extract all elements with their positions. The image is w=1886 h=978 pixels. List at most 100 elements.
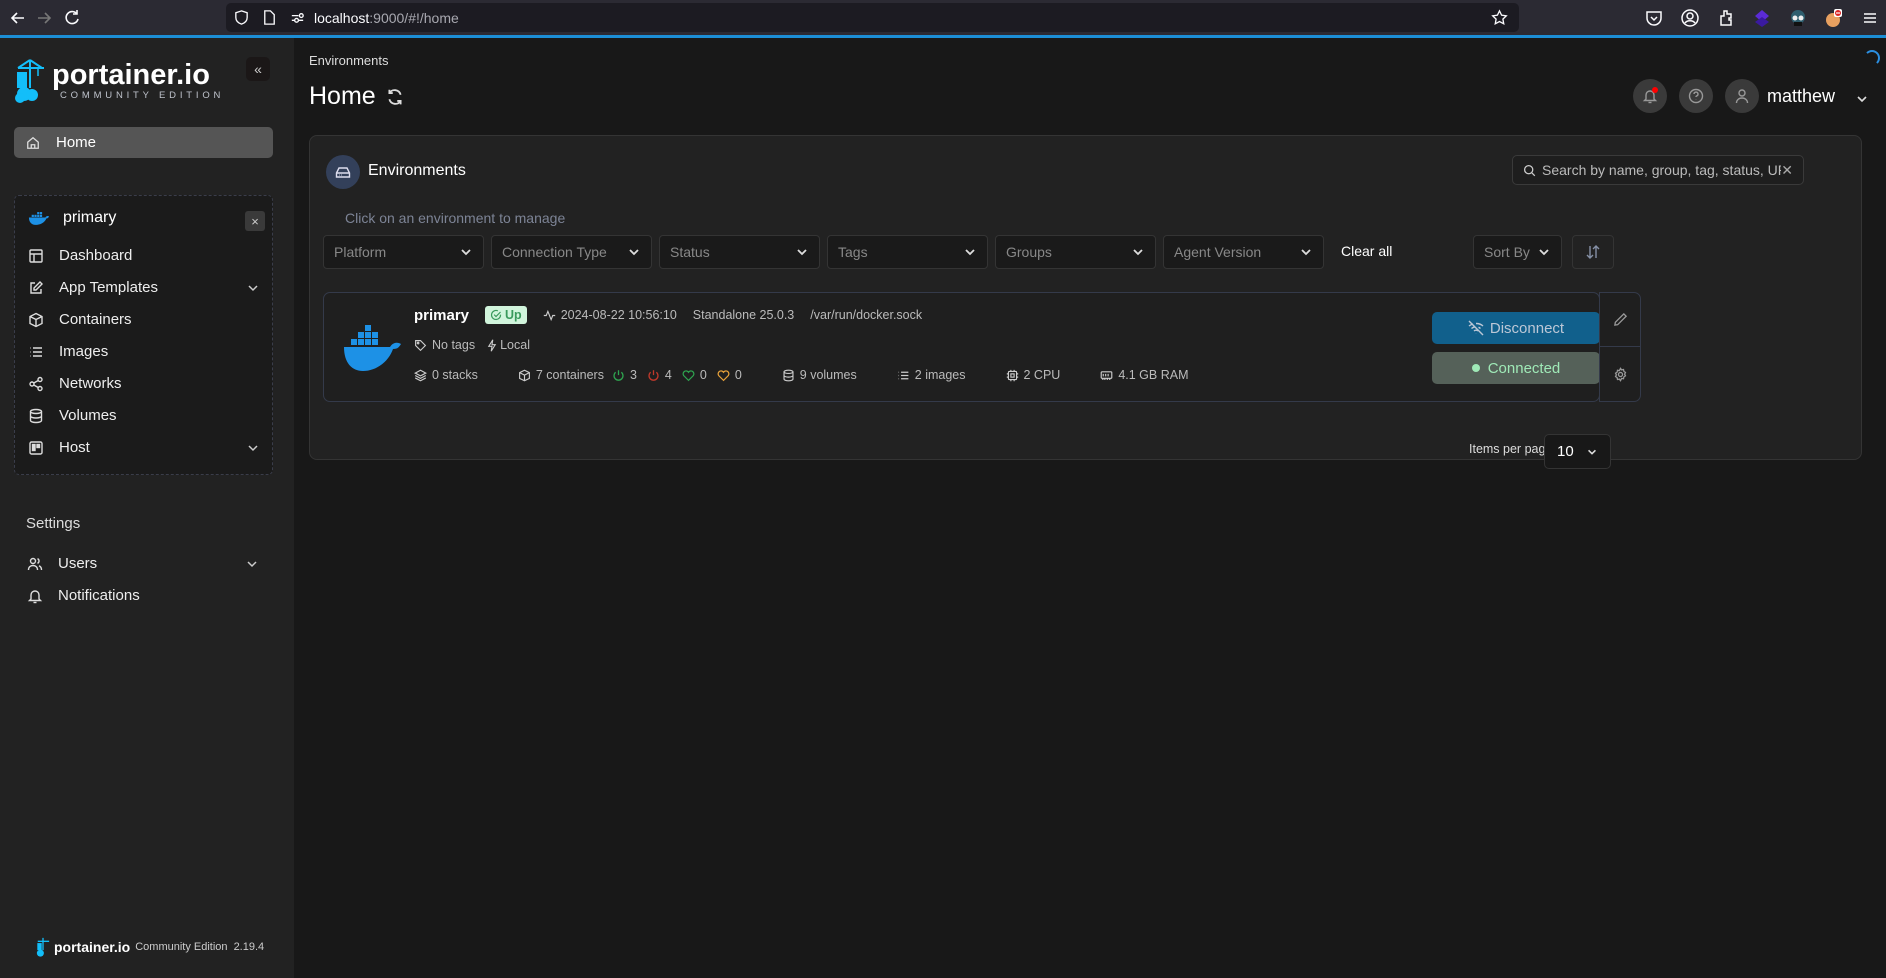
hint-text: Click on an environment to manage	[345, 210, 566, 226]
unhealthy-count: 0	[734, 368, 742, 382]
search-input[interactable]	[1542, 162, 1782, 178]
sidebar-item-label: Volumes	[59, 407, 117, 424]
notification-dot	[1652, 87, 1658, 93]
sidebar-item-home[interactable]: Home	[14, 127, 273, 158]
sidebar-item-app-templates[interactable]: App Templates	[28, 279, 260, 296]
filter-label: Agent Version	[1174, 244, 1262, 260]
user-avatar[interactable]	[1725, 79, 1759, 113]
search-icon	[1523, 164, 1536, 176]
sidebar-item-label: App Templates	[59, 279, 158, 296]
settings-heading: Settings	[26, 515, 81, 532]
sort-by-select[interactable]: Sort By	[1473, 235, 1562, 269]
chevron-down-icon[interactable]	[246, 281, 260, 295]
url-text[interactable]: localhost:9000/#!/home	[314, 10, 459, 26]
filter-agent-version[interactable]: Agent Version	[1163, 235, 1324, 269]
bookmark-star-icon[interactable]	[1491, 9, 1508, 26]
user-icon	[1735, 89, 1749, 104]
extensions-icon[interactable]	[1716, 8, 1736, 28]
list-icon	[30, 346, 42, 357]
extension-goggles-icon[interactable]	[1788, 8, 1808, 28]
back-icon[interactable]	[8, 8, 28, 28]
filter-platform[interactable]: Platform	[323, 235, 484, 269]
environment-info-line: primary Up 2024-08-22 10:56:10 Standalon…	[414, 306, 922, 324]
username[interactable]: matthew	[1767, 86, 1835, 107]
sidebar-item-volumes[interactable]: Volumes	[28, 407, 260, 424]
containers-count: 7 containers	[535, 368, 604, 382]
environment-item[interactable]: primary Up 2024-08-22 10:56:10 Standalon…	[323, 292, 1600, 402]
refresh-icon[interactable]	[386, 88, 404, 106]
sidebar-item-label: Home	[56, 134, 97, 151]
menu-icon[interactable]	[1860, 8, 1880, 28]
items-per-page-select[interactable]: 10	[1544, 434, 1611, 469]
power-running-icon	[613, 369, 624, 381]
reload-icon[interactable]	[62, 8, 82, 28]
sidebar-item-label: Notifications	[58, 587, 140, 604]
heart-unhealthy-icon	[717, 369, 730, 381]
sidebar-item-networks[interactable]: Networks	[28, 375, 260, 392]
environment-url: /var/run/docker.sock	[810, 308, 923, 322]
images-count: 2 images	[914, 368, 966, 382]
cpu-count: 2 CPU	[1023, 368, 1061, 382]
chevron-down-icon[interactable]	[245, 557, 259, 571]
extension-fox-icon[interactable]	[1824, 8, 1844, 28]
cpu-icon	[1006, 369, 1018, 381]
docker-logo-icon	[344, 325, 401, 371]
page-icon[interactable]	[261, 9, 278, 26]
permissions-icon[interactable]	[289, 9, 306, 26]
search-box[interactable]: ✕	[1512, 155, 1804, 185]
forward-icon[interactable]	[34, 8, 54, 28]
collapse-sidebar-button[interactable]: «	[246, 57, 270, 81]
environment-settings-button[interactable]	[1600, 347, 1640, 401]
sidebar-item-notifications[interactable]: Notifications	[27, 587, 259, 604]
connected-status-button[interactable]: Connected	[1432, 352, 1600, 384]
account-icon[interactable]	[1680, 8, 1700, 28]
edit-environment-button[interactable]	[1600, 293, 1640, 347]
filter-tags[interactable]: Tags	[827, 235, 988, 269]
edit-icon	[30, 280, 43, 294]
disconnect-button[interactable]: Disconnect	[1432, 312, 1600, 344]
help-button[interactable]	[1679, 79, 1713, 113]
items-per-page-label: Items per page	[1469, 442, 1553, 456]
filter-status[interactable]: Status	[659, 235, 820, 269]
sidebar-item-images[interactable]: Images	[28, 343, 260, 360]
filter-label: Platform	[334, 244, 387, 260]
shield-icon[interactable]	[233, 9, 250, 26]
filter-label: Tags	[838, 244, 868, 260]
layers-icon	[414, 369, 427, 381]
notifications-button[interactable]	[1633, 79, 1667, 113]
chevron-down-icon	[1133, 249, 1143, 256]
connected-dot-icon	[1471, 364, 1480, 372]
sort-direction-button[interactable]	[1572, 235, 1614, 269]
filter-groups[interactable]: Groups	[995, 235, 1156, 269]
sort-by-label: Sort By	[1484, 244, 1530, 260]
status-badge: Up	[485, 306, 527, 324]
chevron-down-icon	[797, 249, 807, 256]
sidebar-item-label: Users	[58, 555, 98, 572]
close-environment-button[interactable]: ×	[245, 211, 265, 231]
environment-tags-line: No tags Local	[414, 338, 530, 352]
page-title-text: Home	[309, 82, 376, 110]
sidebar-item-label: Host	[59, 439, 90, 456]
environment-type: Standalone 25.0.3	[692, 308, 795, 322]
chevron-down-icon[interactable]	[1855, 92, 1869, 106]
logo-name: portainer.io	[52, 59, 210, 91]
sidebar-item-host[interactable]: Host	[28, 439, 260, 456]
pocket-icon[interactable]	[1644, 8, 1664, 28]
footer-edition: Community Edition	[135, 941, 228, 953]
chevron-down-icon[interactable]	[246, 441, 260, 455]
healthy-count: 0	[699, 368, 707, 382]
sidebar-item-dashboard[interactable]: Dashboard	[28, 247, 260, 264]
bell-icon	[27, 589, 43, 603]
extension-purple-icon[interactable]	[1752, 8, 1772, 28]
database-icon	[783, 369, 794, 381]
running-count: 3	[629, 368, 637, 382]
sidebar-item-containers[interactable]: Containers	[28, 311, 260, 328]
url-bar[interactable]: localhost:9000/#!/home	[226, 3, 1519, 32]
filter-connection-type[interactable]: Connection Type	[491, 235, 652, 269]
gear-icon	[1614, 366, 1626, 382]
portainer-logo[interactable]: portainer.io COMMUNITY EDITION	[14, 58, 224, 104]
zap-icon	[487, 339, 497, 351]
clear-all-button[interactable]: Clear all	[1341, 243, 1392, 259]
sidebar-item-users[interactable]: Users	[27, 555, 259, 572]
clear-search-icon[interactable]: ✕	[1781, 162, 1793, 179]
